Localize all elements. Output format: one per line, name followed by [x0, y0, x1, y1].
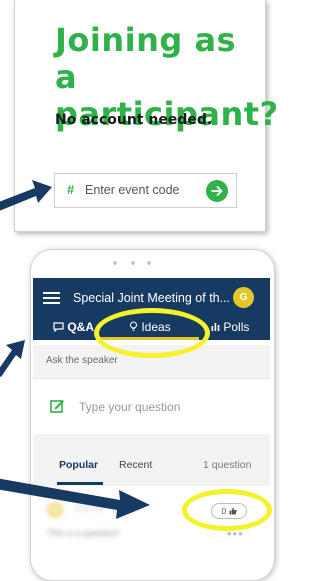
highlight-ring-likes — [182, 489, 272, 531]
annotation-overlay — [0, 180, 150, 519]
highlight-ring-ideas — [94, 308, 210, 358]
annotation-arrow-3 — [0, 478, 150, 519]
annotation-arrow-1 — [0, 180, 52, 211]
annotation-arrow-2 — [0, 340, 25, 377]
